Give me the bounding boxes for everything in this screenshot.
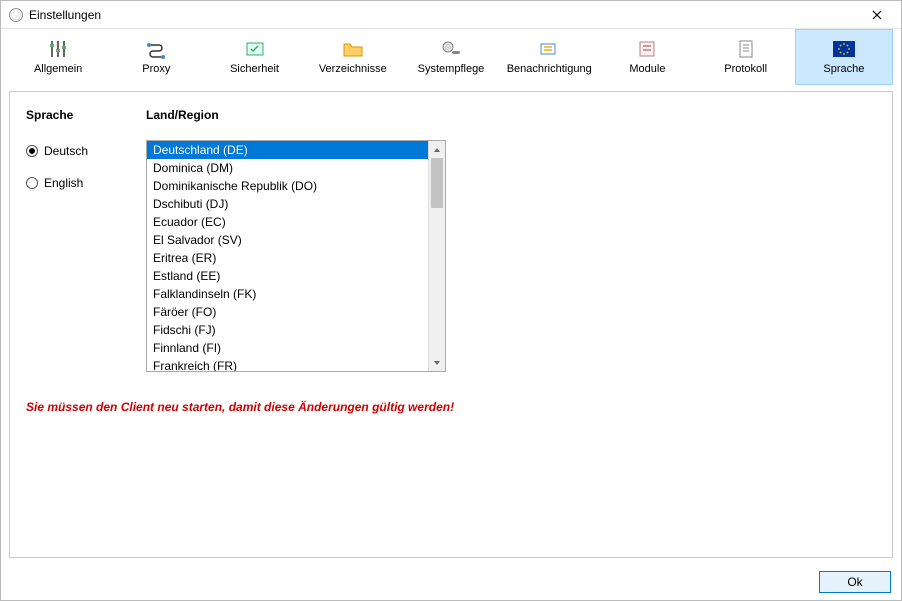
module-icon (635, 39, 659, 59)
tab-systempflege[interactable]: Systempflege (402, 29, 500, 85)
list-item[interactable]: Finnland (FI) (147, 339, 428, 357)
language-radio-group: Deutsch English (26, 140, 146, 190)
tab-label: Module (629, 63, 665, 75)
tab-sicherheit[interactable]: Sicherheit (205, 29, 303, 85)
tab-label: Allgemein (34, 63, 82, 75)
window-title: Einstellungen (29, 8, 861, 22)
footer: Ok (1, 564, 901, 600)
tab-label: Systempflege (418, 63, 485, 75)
tab-benachrichtigung[interactable]: Benachrichtigung (500, 29, 598, 85)
tab-label: Sprache (823, 63, 864, 75)
list-item[interactable]: Färöer (FO) (147, 303, 428, 321)
list-item[interactable]: Frankreich (FR) (147, 357, 428, 371)
titlebar: Einstellungen (1, 1, 901, 29)
close-button[interactable] (861, 1, 893, 28)
notification-icon (537, 39, 561, 59)
sliders-icon (46, 39, 70, 59)
close-icon (872, 10, 882, 20)
list-item[interactable]: Dominikanische Republik (DO) (147, 177, 428, 195)
list-item[interactable]: Dschibuti (DJ) (147, 195, 428, 213)
tab-proxy[interactable]: Proxy (107, 29, 205, 85)
scroll-down-icon[interactable] (429, 354, 445, 371)
scroll-thumb[interactable] (431, 158, 443, 208)
flag-eu-icon (832, 39, 856, 59)
radio-icon (26, 177, 38, 189)
folder-icon (341, 39, 365, 59)
maintenance-icon (439, 39, 463, 59)
content-panel: Sprache Land/Region Deutsch English Deut… (9, 91, 893, 558)
restart-warning: Sie müssen den Client neu starten, damit… (26, 400, 876, 414)
tab-protokoll[interactable]: Protokoll (697, 29, 795, 85)
list-item[interactable]: Eritrea (ER) (147, 249, 428, 267)
tab-label: Sicherheit (230, 63, 279, 75)
tab-module[interactable]: Module (598, 29, 696, 85)
tab-sprache[interactable]: Sprache (795, 29, 893, 85)
tab-allgemein[interactable]: Allgemein (9, 29, 107, 85)
radio-deutsch[interactable]: Deutsch (26, 144, 146, 158)
radio-icon (26, 145, 38, 157)
list-item[interactable]: Deutschland (DE) (147, 141, 428, 159)
app-icon (9, 8, 23, 22)
radio-english[interactable]: English (26, 176, 146, 190)
tab-verzeichnisse[interactable]: Verzeichnisse (304, 29, 402, 85)
list-item[interactable]: Fidschi (FJ) (147, 321, 428, 339)
region-listbox[interactable]: Deutschland (DE)Dominica (DM)Dominikanis… (146, 140, 446, 372)
scroll-up-icon[interactable] (429, 141, 445, 158)
region-header: Land/Region (146, 108, 219, 122)
tab-label: Verzeichnisse (319, 63, 387, 75)
ok-button[interactable]: Ok (819, 571, 891, 593)
radio-label: Deutsch (44, 144, 88, 158)
list-item[interactable]: Falklandinseln (FK) (147, 285, 428, 303)
radio-label: English (44, 176, 83, 190)
list-item[interactable]: Dominica (DM) (147, 159, 428, 177)
list-item[interactable]: Ecuador (EC) (147, 213, 428, 231)
proxy-icon (144, 39, 168, 59)
tab-label: Protokoll (724, 63, 767, 75)
scrollbar[interactable] (428, 141, 445, 371)
shield-icon (243, 39, 267, 59)
tab-toolbar: Allgemein Proxy Sicherheit Verzeichnisse… (1, 29, 901, 85)
log-icon (734, 39, 758, 59)
language-header: Sprache (26, 108, 146, 122)
list-item[interactable]: El Salvador (SV) (147, 231, 428, 249)
list-item[interactable]: Estland (EE) (147, 267, 428, 285)
tab-label: Proxy (142, 63, 170, 75)
tab-label: Benachrichtigung (507, 63, 592, 75)
